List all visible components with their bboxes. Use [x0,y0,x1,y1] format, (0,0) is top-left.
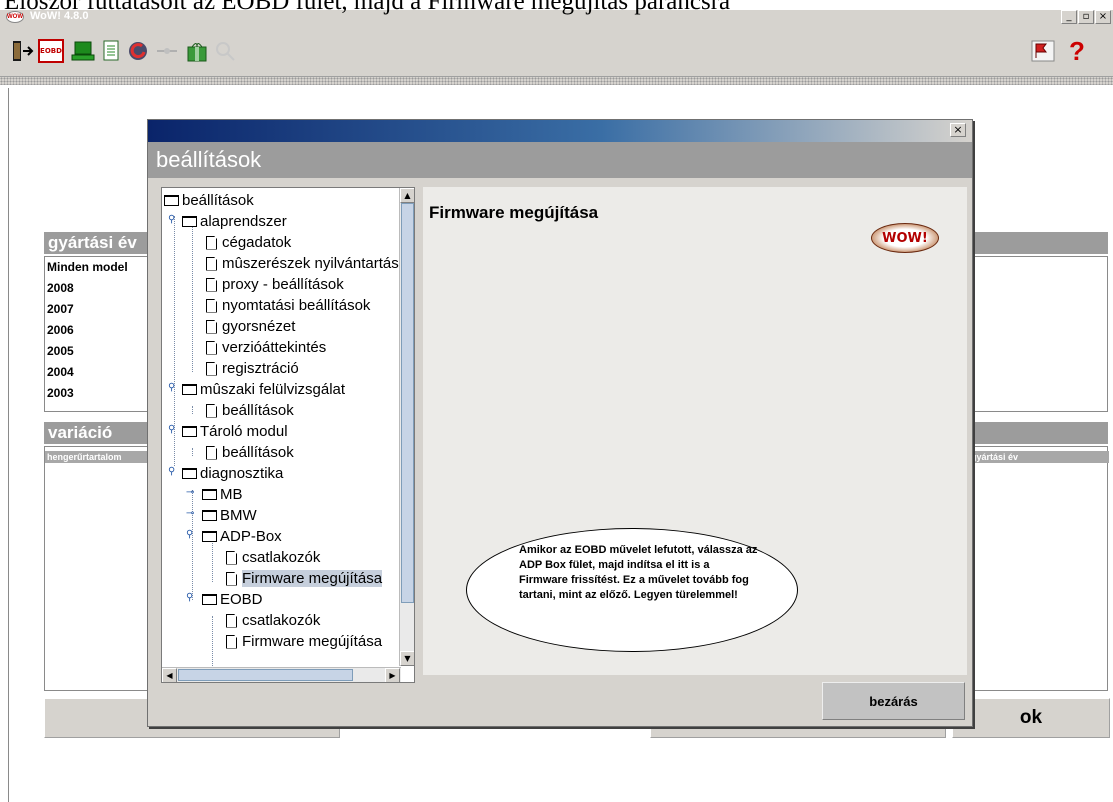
document-leaf-icon [226,571,237,586]
document-icon[interactable] [98,38,124,64]
folder-icon [164,195,179,206]
document-leaf-icon [206,403,217,418]
eobd-icon[interactable]: EOBD [38,38,64,64]
dialog-close-button[interactable]: × [950,123,966,137]
settings-tree: beállítások ⚲ alaprendszer cégadatok mûs… [161,187,415,683]
search-disabled-icon [212,38,238,64]
refresh-car-icon[interactable] [126,38,152,64]
collapsed-toggle-icon[interactable]: ⊸ [186,508,194,519]
connect-icon[interactable] [154,38,180,64]
folder-icon [182,216,197,227]
tree-node[interactable]: ADP-Box [202,526,282,547]
info-callout-text: Amikor az EOBD művelet lefutott, válassz… [519,544,758,601]
toolbar-separator [0,77,1113,85]
tree-node[interactable]: alaprendszer [182,211,287,232]
tree-node[interactable]: beállítások [206,442,294,463]
tree-vertical-scrollbar[interactable]: ▲ ▼ [399,188,414,666]
laptop-icon[interactable] [70,38,96,64]
main-toolbar: EOBD ? [0,24,1113,77]
tree-node[interactable]: Tároló modul [182,421,288,442]
tree-node[interactable]: mûszaki felülvizsgálat [182,379,345,400]
tree-guide-line [192,406,193,414]
tree-node[interactable]: cégadatok [206,232,291,253]
folder-icon [182,468,197,479]
document-leaf-icon [226,634,237,649]
settings-content-panel: Firmware megújítása WOW! Amikor az EOBD … [423,187,967,675]
left-border [8,88,9,802]
tree-node[interactable]: proxy - beállítások [206,274,344,295]
tree-node[interactable]: diagnosztika [182,463,283,484]
folder-icon [202,489,217,500]
folder-icon [182,426,197,437]
document-leaf-icon [206,445,217,460]
tree-guide-line [192,448,193,456]
tree-node[interactable]: mûszerészek nyilvántartása [206,253,407,274]
tree-node[interactable]: Firmware megújítása [226,631,382,652]
column-header-displacement[interactable]: hengerűrtartalom [45,451,155,463]
folder-icon [202,531,217,542]
document-leaf-icon [206,319,217,334]
tree-node[interactable]: EOBD [202,589,263,610]
tree-node[interactable]: regisztráció [206,358,299,379]
tree-node[interactable]: csatlakozók [226,547,320,568]
wow-logo: WOW! [871,223,939,253]
tree-guide-line [212,616,213,666]
folder-icon [182,384,197,395]
settings-dialog: × beállítások beállítások ⚲ alaprendszer… [147,119,973,727]
window-controls: _ ▫ × [1061,10,1111,24]
expand-toggle-icon[interactable]: ⚲ [168,382,175,393]
ok-button[interactable]: ok [952,698,1110,738]
exit-door-icon[interactable] [10,38,36,64]
tree-node[interactable]: gyorsnézet [206,316,295,337]
folder-icon [202,510,217,521]
document-leaf-icon [206,340,217,355]
expand-toggle-icon[interactable]: ⚲ [168,424,175,435]
expand-toggle-icon[interactable]: ⚲ [186,592,193,603]
folder-icon [202,594,217,605]
scroll-left-icon[interactable]: ◀ [162,668,177,682]
expand-toggle-icon[interactable]: ⚲ [186,529,193,540]
tree-node[interactable]: MB [202,484,243,505]
scroll-thumb[interactable] [401,203,414,603]
scroll-right-icon[interactable]: ▶ [385,668,400,682]
document-leaf-icon [206,256,217,271]
document-leaf-icon [226,613,237,628]
tree-node[interactable]: nyomtatási beállítások [206,295,370,316]
eobd-label: EOBD [38,39,64,63]
maximize-button[interactable]: ▫ [1078,10,1094,24]
dialog-header: beállítások [148,142,972,178]
expand-toggle-icon[interactable]: ⚲ [168,214,175,225]
tree-node[interactable]: BMW [202,505,257,526]
tree-guide-line [192,490,193,600]
document-leaf-icon [206,277,217,292]
tree-node[interactable]: csatlakozók [226,610,320,631]
flag-icon[interactable] [1030,38,1056,64]
close-window-button[interactable]: × [1095,10,1111,24]
minimize-button[interactable]: _ [1061,10,1077,24]
tree-node-selected[interactable]: Firmware megújítása [226,568,383,589]
document-leaf-icon [226,550,237,565]
scroll-up-icon[interactable]: ▲ [400,188,414,203]
column-header-year[interactable]: gyártási év [969,451,1109,463]
tree-guide-line [192,218,193,372]
tree-horizontal-scrollbar[interactable]: ◀ ▶ [162,667,401,682]
tree-node[interactable]: beállítások [206,400,294,421]
collapsed-toggle-icon[interactable]: ⊸ [186,487,194,498]
document-leaf-icon [206,235,217,250]
content-title: Firmware megújítása [429,203,599,222]
tree-node[interactable]: verzióáttekintés [206,337,326,358]
close-dialog-button[interactable]: bezárás [822,682,965,720]
overlay-caption: Először futtatásolt az EOBD fület, majd … [4,0,731,15]
scroll-thumb[interactable] [178,669,353,681]
screen: Először futtatásolt az EOBD fület, majd … [0,0,1113,802]
tree-node[interactable]: beállítások [164,190,254,211]
expand-toggle-icon[interactable]: ⚲ [168,466,175,477]
document-leaf-icon [206,298,217,313]
gift-icon[interactable] [184,38,210,64]
dialog-titlebar[interactable]: × [148,120,972,142]
scroll-down-icon[interactable]: ▼ [400,651,414,666]
help-icon[interactable]: ? [1064,36,1090,66]
document-leaf-icon [206,361,217,376]
